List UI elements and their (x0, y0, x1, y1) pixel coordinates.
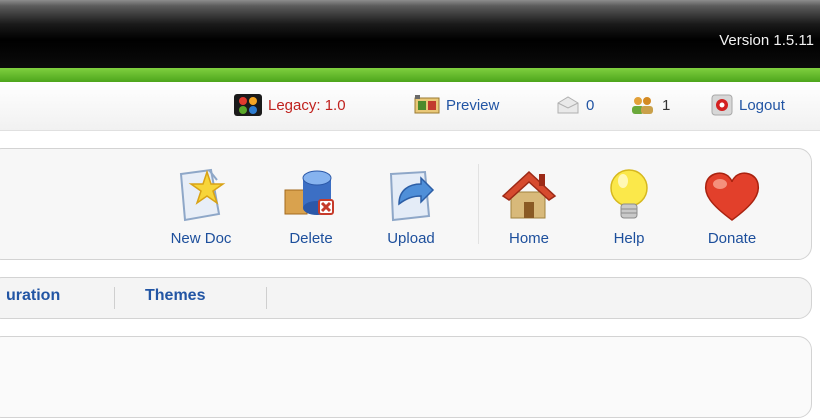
upload-button[interactable]: Upload (371, 162, 451, 247)
help-label: Help (613, 230, 645, 247)
donate-label: Donate (707, 230, 757, 247)
donate-button[interactable]: Donate (692, 162, 772, 247)
tab-configuration[interactable]: uration (6, 287, 60, 305)
legacy-link[interactable]: Legacy: 1.0 (234, 94, 346, 116)
lightbulb-icon (610, 169, 648, 219)
new-doc-button[interactable]: New Doc (161, 162, 241, 247)
logout-icon (711, 94, 733, 116)
tab-bar (0, 277, 812, 319)
preview-label: Preview (446, 96, 500, 114)
new-doc-label: New Doc (170, 230, 232, 247)
help-button[interactable]: Help (589, 162, 669, 247)
mail-icon (557, 96, 579, 114)
delete-label: Delete (289, 230, 333, 247)
users-count: 1 (662, 96, 671, 114)
heart-icon (704, 172, 760, 221)
accent-bar (0, 68, 820, 82)
delete-icon (284, 170, 334, 215)
content-panel (0, 336, 812, 418)
version-text: Version 1.5.11 (719, 32, 814, 49)
toolbar-separator (478, 164, 479, 244)
upload-icon (389, 170, 435, 222)
messages-count: 0 (586, 96, 595, 114)
home-label: Home (508, 230, 549, 247)
home-button[interactable]: Home (489, 162, 569, 247)
logout-label: Logout (739, 96, 785, 114)
top-header: Version 1.5.11 (0, 0, 820, 68)
joomla-logo-icon (234, 94, 262, 116)
logout-link[interactable]: Logout (711, 94, 785, 116)
tab-separator (266, 287, 267, 309)
legacy-label: Legacy: 1.0 (268, 96, 346, 114)
messages-indicator[interactable]: 0 (556, 94, 594, 116)
home-icon (501, 170, 557, 219)
preview-link[interactable]: Preview (414, 94, 499, 116)
delete-button[interactable]: Delete (271, 162, 351, 247)
tab-separator (114, 287, 115, 309)
upload-label: Upload (387, 230, 435, 247)
users-icon (632, 97, 653, 114)
preview-icon (414, 95, 440, 114)
status-bar (0, 82, 820, 131)
tab-themes[interactable]: Themes (145, 287, 205, 305)
new-doc-icon (179, 168, 226, 222)
users-indicator[interactable]: 1 (630, 94, 670, 116)
